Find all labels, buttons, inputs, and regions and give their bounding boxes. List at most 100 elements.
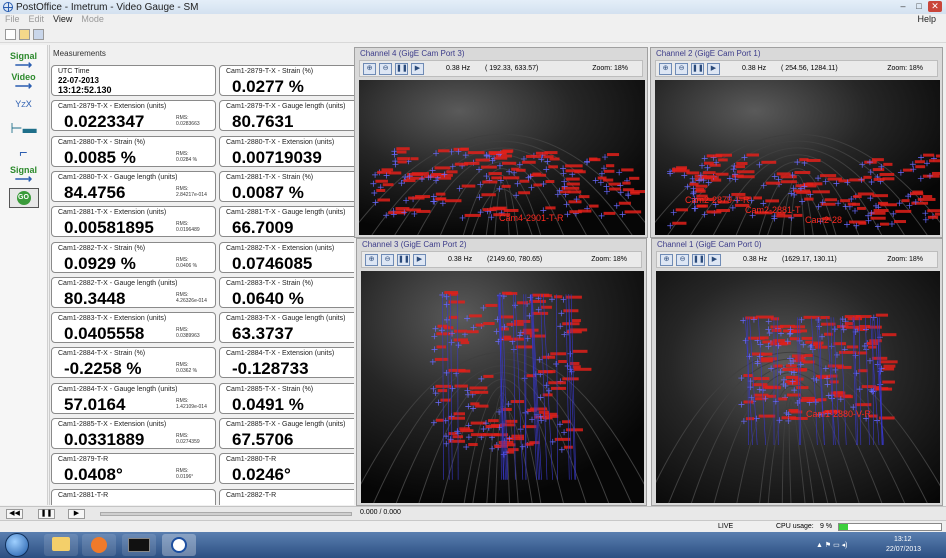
zoom-level: Zoom: 18%	[592, 65, 628, 72]
play-icon[interactable]: ▶	[707, 62, 720, 75]
measurement-cell[interactable]: Cam1-2883-T-X - Strain (%) 0.0640 %	[219, 276, 354, 308]
cursor-coordinates: (2149.60, 780.65)	[487, 256, 543, 263]
measurement-cell[interactable]: Cam1-2883-T-X - Extension (units) 0.04055…	[51, 312, 216, 344]
menu-mode[interactable]: Mode	[81, 14, 104, 26]
measurement-cell[interactable]: Cam1-2879-T-X - Strain (%) 0.0277 %	[219, 65, 354, 96]
minimize-button[interactable]: –	[896, 1, 910, 12]
target-label: Cam2-2879-T-R	[685, 195, 750, 205]
pause-icon[interactable]: ❚❚	[395, 62, 408, 75]
new-file-icon[interactable]	[5, 29, 16, 40]
measurement-cell[interactable]: Cam1-2879-T-R 0.0408° RMS: 0.0196°	[51, 453, 216, 485]
rms-value: 0.0274359	[176, 439, 200, 445]
menu-file[interactable]: File	[5, 14, 20, 26]
caliper-icon[interactable]: ⊢▬	[4, 117, 44, 139]
channel-title: Channel 1 (GigE Cam Port 0)	[657, 240, 762, 249]
play-icon[interactable]: ▶	[413, 253, 426, 266]
measurement-label: Cam1-2884-T-X - Extension (units)	[226, 350, 335, 358]
pause-icon[interactable]: ❚❚	[397, 253, 410, 266]
start-button[interactable]	[5, 533, 29, 557]
measurement-cell[interactable]: Cam1-2885-T-X - Extension (units) 0.03318…	[51, 418, 216, 449]
measurement-label: Cam1-2883-T-X - Gauge length (units)	[226, 315, 346, 323]
measurement-value: 63.3737	[232, 324, 294, 344]
close-button[interactable]: ✕	[928, 1, 942, 12]
measurement-cell[interactable]: Cam1-2882-T-X - Strain (%) 0.0929 % RMS: 0.…	[51, 241, 216, 273]
zoom-in-icon[interactable]: ⊕	[660, 253, 673, 266]
camera-view[interactable]	[361, 271, 644, 503]
measurement-cell[interactable]: Cam1-2885-T-X - Strain (%) 0.0491 %	[219, 382, 354, 414]
measurement-cell[interactable]: Cam1-2881-T-R	[51, 488, 216, 505]
signal-in-button[interactable]: Signal ⟶	[2, 51, 46, 71]
measurement-cell[interactable]: Cam1-2884-T-X - Strain (%) -0.2258 % RMS: 0…	[51, 347, 216, 379]
measurement-cell[interactable]: Cam1-2883-T-X - Gauge length (units) 63.3…	[219, 312, 354, 344]
zoom-out-icon[interactable]: ⊖	[675, 62, 688, 75]
utc-date: 22-07-2013	[58, 76, 99, 85]
rms-value: 0.0284 %	[176, 156, 198, 163]
measurement-cell[interactable]: Cam1-2879-T-X - Extension (units) 0.02233…	[51, 100, 216, 132]
measurement-value: 0.0277 %	[232, 77, 304, 96]
rms-value: 0.0196°	[176, 474, 194, 481]
play-button[interactable]: ▶	[68, 509, 85, 519]
rewind-button[interactable]: ◀◀	[6, 509, 23, 519]
measurement-cell[interactable]: Cam1-2881-T-X - Extension (units) 0.00581…	[51, 206, 216, 238]
graph-icon[interactable]: ⌐	[4, 141, 44, 163]
measurement-cell[interactable]: Cam1-2881-T-X - Gauge length (units) 66.7…	[219, 206, 354, 238]
menu-edit[interactable]: Edit	[29, 14, 45, 26]
camera-view[interactable]: Cam2-2879-T-R Cam2-2881-T Cam2-28	[655, 80, 940, 235]
zoom-out-icon[interactable]: ⊖	[676, 253, 689, 266]
measurement-cell[interactable]: Cam1-2882-T-X - Extension (units) 0.07460…	[219, 241, 354, 273]
video-button[interactable]: Video ⟶	[2, 72, 46, 92]
media-player-icon[interactable]	[82, 534, 116, 556]
measurement-cell[interactable]: Cam1-2880-T-X - Extension (units) 0.00719…	[219, 135, 354, 167]
measurement-cell[interactable]: Cam1-2884-T-X - Gauge length (units) 57.0…	[51, 382, 216, 414]
pause-icon[interactable]: ❚❚	[692, 253, 705, 266]
measurement-cell[interactable]: Cam1-2880-T-X - Gauge length (units) 84.4…	[51, 170, 216, 202]
rms-readout: RMS: 0.0196489	[176, 221, 200, 233]
camera-view[interactable]: Cam1-2880-V-R	[656, 271, 940, 503]
save-icon[interactable]	[33, 29, 44, 40]
signal-out-button[interactable]: Signal ⟶	[2, 165, 46, 185]
measurement-cell[interactable]: Cam1-2882-T-R	[219, 488, 354, 505]
rms-readout: RMS: 0.0362 %	[176, 362, 197, 374]
rms-readout: RMS: 4.26326e-014	[176, 292, 207, 304]
go-button[interactable]: GO	[8, 188, 39, 208]
status-bar: LIVE CPU usage: 9 %	[0, 520, 946, 532]
measurement-label: Cam1-2884-T-X - Strain (%)	[58, 350, 146, 358]
play-icon[interactable]: ▶	[411, 62, 424, 75]
frame-rate: 0.38 Hz	[743, 256, 768, 263]
axes-icon[interactable]: YZX	[4, 93, 44, 115]
video-gauge-task-icon[interactable]	[162, 534, 196, 556]
measurement-cell[interactable]: Cam1-2885-T-X - Gauge length (units) 67.5…	[219, 418, 354, 449]
measurement-cell[interactable]: Cam1-2880-T-R 0.0246°	[219, 453, 354, 485]
measurement-value: 84.4756	[64, 182, 126, 202]
rms-readout: RMS: 0.0389963	[176, 327, 200, 339]
menu-view[interactable]: View	[53, 14, 72, 26]
tray-flag-icon[interactable]: ▲ ⚑ ▭ ◂)	[816, 541, 848, 549]
measurement-cell[interactable]: Cam1-2884-T-X - Extension (units) -0.1287…	[219, 347, 354, 379]
pause-button[interactable]: ❚❚	[38, 509, 55, 519]
measurement-label: Cam1-2881-T-X - Extension (units)	[58, 209, 167, 217]
playback-slider[interactable]	[100, 512, 352, 516]
live-status: LIVE	[718, 523, 734, 530]
measurement-label: Cam1-2880-T-X - Strain (%)	[58, 138, 146, 146]
zoom-in-icon[interactable]: ⊕	[363, 62, 376, 75]
measurement-cell[interactable]: Cam1-2879-T-X - Gauge length (units) 80.7…	[219, 100, 354, 132]
console-icon[interactable]	[122, 534, 156, 556]
menu-help[interactable]: Help	[917, 14, 936, 24]
zoom-out-icon[interactable]: ⊖	[379, 62, 392, 75]
play-icon[interactable]: ▶	[708, 253, 721, 266]
measurement-cell[interactable]: Cam1-2880-T-X - Strain (%) 0.0085 % RMS: 0.…	[51, 135, 216, 167]
explorer-icon[interactable]	[44, 534, 78, 556]
zoom-out-icon[interactable]: ⊖	[381, 253, 394, 266]
open-folder-icon[interactable]	[19, 29, 30, 40]
measurement-cell[interactable]: Cam1-2881-T-X - Strain (%) 0.0087 %	[219, 170, 354, 202]
measurement-cell[interactable]: Cam1-2882-T-X - Gauge length (units) 80.3…	[51, 276, 216, 308]
measurement-cell[interactable]: UTC Time 22-07-2013 13:12:52.130	[51, 65, 216, 96]
measurement-value: 0.0408°	[64, 465, 123, 485]
maximize-button[interactable]: □	[912, 1, 926, 12]
measurement-label: Cam1-2882-T-R	[226, 491, 277, 499]
camera-view[interactable]: Cam4-2901-T-R	[359, 80, 645, 235]
zoom-in-icon[interactable]: ⊕	[659, 62, 672, 75]
measurement-label: Cam1-2883-T-X - Strain (%)	[226, 279, 314, 287]
pause-icon[interactable]: ❚❚	[691, 62, 704, 75]
zoom-in-icon[interactable]: ⊕	[365, 253, 378, 266]
